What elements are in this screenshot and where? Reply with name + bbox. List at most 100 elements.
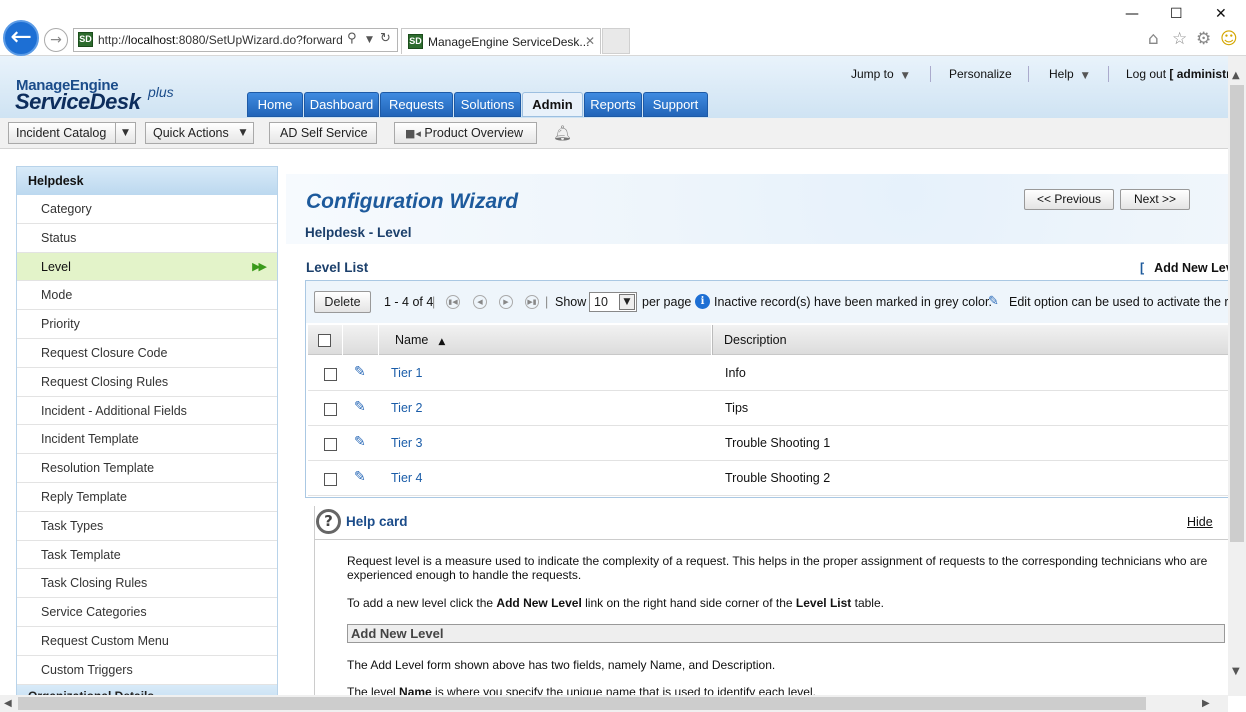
edit-icon[interactable]: ✎	[354, 434, 366, 450]
tab-requests[interactable]: Requests	[380, 92, 453, 117]
screen: ← → SD http://localhost:8080/SetUpWizard…	[0, 0, 1246, 712]
last-page-icon[interactable]: ▶▮	[525, 295, 539, 309]
smiley-icon[interactable]: ☺	[1220, 29, 1238, 49]
dropdown-icon[interactable]: ▼	[366, 35, 373, 45]
tab-solutions[interactable]: Solutions	[454, 92, 521, 117]
sidebar-item-service-categories[interactable]: Service Categories	[17, 598, 277, 627]
logout-link[interactable]: Log out [ administr	[1126, 67, 1231, 81]
scroll-left-icon[interactable]: ◀	[4, 698, 12, 709]
scroll-right-icon[interactable]: ▶	[1202, 698, 1210, 709]
tab-admin[interactable]: Admin	[522, 92, 583, 117]
level-description: Tips	[725, 401, 749, 415]
sidebar-item-incident-additional-fields[interactable]: Incident - Additional Fields	[17, 397, 277, 426]
sidebar-item-incident-template[interactable]: Incident Template	[17, 425, 277, 455]
sidebar-item-category[interactable]: Category	[17, 195, 277, 224]
row-checkbox[interactable]	[324, 473, 337, 486]
close-window-icon[interactable]: ✕	[1215, 6, 1227, 22]
close-tab-icon[interactable]: ✕	[585, 34, 595, 48]
table-row[interactable]: ✎ Tier 4 Trouble Shooting 2	[308, 461, 1228, 496]
table-row[interactable]: ✎ Tier 3 Trouble Shooting 1	[308, 426, 1228, 461]
next-button[interactable]: Next >>	[1120, 189, 1190, 210]
bell-icon[interactable]: 🔔︎	[553, 124, 572, 142]
sidebar-item-custom-triggers[interactable]: Custom Triggers	[17, 656, 277, 685]
address-bar[interactable]: SD http://localhost:8080/SetUpWizard.do?…	[73, 28, 398, 52]
tab-reports[interactable]: Reports	[584, 92, 642, 117]
help-section-heading: Add New Level	[347, 624, 1225, 643]
sidebar-item-task-closing-rules[interactable]: Task Closing Rules	[17, 569, 277, 599]
tab-dashboard[interactable]: Dashboard	[304, 92, 379, 117]
sidebar-item-priority[interactable]: Priority	[17, 310, 277, 339]
minimize-icon[interactable]: —	[1125, 6, 1139, 22]
sidebar-item-task-template[interactable]: Task Template	[17, 541, 277, 570]
search-icon[interactable]: ⚲	[347, 31, 357, 46]
jump-to-menu[interactable]: Jump to ▼	[851, 67, 909, 81]
sidebar-item-resolution-template[interactable]: Resolution Template	[17, 454, 277, 483]
sidebar-item-request-closure-code[interactable]: Request Closure Code	[17, 339, 277, 368]
home-icon[interactable]: ⌂	[1148, 29, 1159, 49]
name-column-header[interactable]: Name ▲	[379, 325, 712, 355]
description-column-header[interactable]: Description	[712, 325, 1228, 355]
horizontal-scroll-thumb[interactable]	[18, 697, 1146, 710]
prev-page-icon[interactable]: ◀	[473, 295, 487, 309]
maximize-icon[interactable]: ☐	[1170, 6, 1183, 22]
level-list-table: Delete 1 - 4 of 4 | ▮◀ ◀ ▶ ▶▮ | Show 10 ▼…	[305, 280, 1228, 498]
edit-icon[interactable]: ✎	[354, 364, 366, 380]
sidebar-item-request-custom-menu[interactable]: Request Custom Menu	[17, 627, 277, 656]
tab-support[interactable]: Support	[643, 92, 708, 117]
chevron-down-icon: ▼	[115, 123, 135, 143]
sidebar-heading[interactable]: Helpdesk	[17, 167, 277, 195]
sidebar-item-task-types[interactable]: Task Types	[17, 512, 277, 541]
level-description: Trouble Shooting 2	[725, 471, 831, 485]
table-row[interactable]: ✎ Tier 1 Info	[308, 356, 1228, 391]
help-paragraph: Request level is a measure used to indic…	[347, 554, 1208, 582]
info-icon: i	[695, 294, 710, 309]
sidebar-item-status[interactable]: Status	[17, 224, 277, 253]
next-page-icon[interactable]: ▶	[499, 295, 513, 309]
help-menu[interactable]: Help ▼	[1049, 67, 1089, 81]
sidebar-item-level[interactable]: Level ▶▶	[17, 252, 277, 282]
personalize-link[interactable]: Personalize	[949, 67, 1012, 81]
level-name-link[interactable]: Tier 1	[391, 366, 423, 380]
sidebar-item-reply-template[interactable]: Reply Template	[17, 483, 277, 512]
browser-tab[interactable]: SD ManageEngine ServiceDesk... ✕	[401, 28, 601, 54]
refresh-icon[interactable]: ↻	[380, 31, 391, 46]
row-checkbox[interactable]	[324, 403, 337, 416]
back-icon[interactable]: ←	[3, 20, 39, 56]
vertical-scroll-thumb[interactable]	[1230, 85, 1244, 542]
level-name-link[interactable]: Tier 4	[391, 471, 423, 485]
row-checkbox[interactable]	[324, 438, 337, 451]
level-name-link[interactable]: Tier 3	[391, 436, 423, 450]
divider	[315, 539, 1228, 540]
select-all-checkbox[interactable]	[318, 334, 331, 347]
url-text[interactable]: http://localhost:8080/SetUpWizard.do?for…	[98, 33, 343, 47]
incident-catalog-button[interactable]: Incident Catalog ▼	[8, 122, 136, 144]
quick-actions-button[interactable]: Quick Actions ▼	[145, 122, 254, 144]
previous-button[interactable]: << Previous	[1024, 189, 1114, 210]
sidebar-item-mode[interactable]: Mode	[17, 281, 277, 311]
product-overview-button[interactable]: ■◂ Product Overview	[394, 122, 537, 144]
delete-button[interactable]: Delete	[314, 291, 371, 313]
table-row[interactable]: ✎ Tier 2 Tips	[308, 391, 1228, 426]
show-label: Show	[555, 295, 587, 309]
edit-icon[interactable]: ✎	[354, 399, 366, 415]
gear-icon[interactable]: ⚙	[1196, 29, 1211, 49]
per-page-select[interactable]: 10 ▼	[589, 292, 637, 312]
tab-favicon-icon: SD	[408, 34, 423, 49]
sidebar-item-request-closing-rules[interactable]: Request Closing Rules	[17, 368, 277, 397]
new-tab-button[interactable]	[602, 28, 630, 54]
help-card: ? Help card Hide Request level is a meas…	[314, 506, 1228, 696]
level-list-title: Level List	[306, 260, 369, 275]
row-checkbox[interactable]	[324, 368, 337, 381]
page-subtitle: Helpdesk - Level	[305, 225, 412, 240]
scroll-up-icon[interactable]: ▲	[1232, 70, 1240, 81]
add-new-level-link[interactable]: [Add New Lev	[1140, 261, 1228, 275]
edit-icon[interactable]: ✎	[354, 469, 366, 485]
forward-icon[interactable]: →	[44, 28, 68, 52]
hide-link[interactable]: Hide	[1187, 515, 1213, 529]
ad-self-service-button[interactable]: AD Self Service	[269, 122, 377, 144]
tab-home[interactable]: Home	[247, 92, 303, 117]
first-page-icon[interactable]: ▮◀	[446, 295, 460, 309]
star-icon[interactable]: ☆	[1172, 29, 1187, 49]
level-name-link[interactable]: Tier 2	[391, 401, 423, 415]
scroll-down-icon[interactable]: ▼	[1232, 666, 1240, 677]
